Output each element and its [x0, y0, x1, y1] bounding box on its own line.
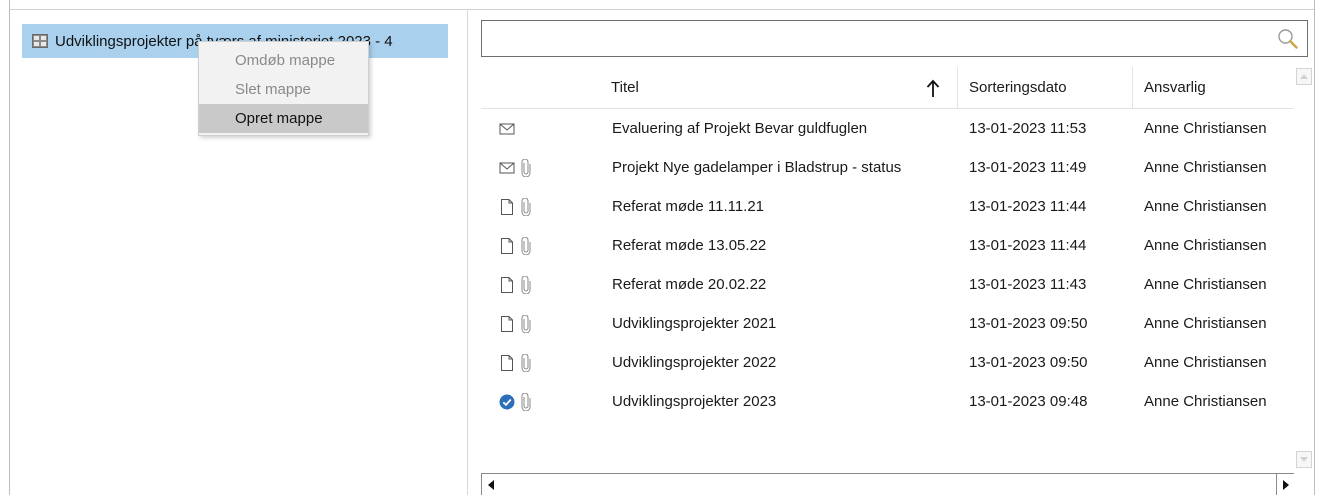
table-row[interactable]: Udviklingsprojekter 2023 13-01-2023 09:4… — [481, 382, 1294, 421]
document-icon — [499, 316, 515, 332]
horizontal-scrollbar[interactable] — [481, 473, 1294, 495]
row-responsible: Anne Christiansen — [1144, 354, 1267, 371]
top-window-border — [9, 9, 1315, 10]
row-responsible: Anne Christiansen — [1144, 393, 1267, 410]
menu-item-create-folder[interactable]: Opret mappe — [199, 104, 368, 133]
paperclip-icon — [521, 158, 531, 178]
menu-item-delete-folder[interactable]: Slet mappe — [199, 75, 368, 104]
paperclip-icon — [521, 197, 531, 217]
column-header-title[interactable]: Titel — [599, 67, 957, 109]
row-responsible: Anne Christiansen — [1144, 120, 1267, 137]
grid-header: Titel Sorteringsdato Ansvarlig — [481, 67, 1294, 109]
row-date: 13-01-2023 11:49 — [969, 159, 1087, 176]
scroll-down-button[interactable] — [1296, 451, 1312, 468]
row-responsible: Anne Christiansen — [1144, 159, 1267, 176]
column-header-sort-date-label: Sorteringsdato — [969, 79, 1067, 96]
pane-divider[interactable] — [467, 10, 468, 495]
table-row[interactable]: Udviklingsprojekter 2022 13-01-2023 09:5… — [481, 343, 1294, 382]
document-icon — [499, 355, 515, 371]
paperclip-icon — [521, 392, 531, 412]
paperclip-icon — [521, 236, 531, 256]
context-menu: Omdøb mappe Slet mappe Opret mappe — [198, 41, 369, 136]
menu-item-rename-folder[interactable]: Omdøb mappe — [199, 46, 368, 75]
row-date: 13-01-2023 09:48 — [969, 393, 1088, 410]
search-box[interactable] — [481, 20, 1308, 57]
column-header-responsible[interactable]: Ansvarlig — [1132, 67, 1294, 109]
envelope-icon — [499, 160, 515, 176]
column-header-title-label: Titel — [611, 79, 639, 96]
document-icon — [499, 277, 515, 293]
column-header-responsible-label: Ansvarlig — [1144, 79, 1206, 96]
scroll-up-button[interactable] — [1296, 68, 1312, 85]
row-title: Udviklingsprojekter 2021 — [612, 315, 777, 332]
row-responsible: Anne Christiansen — [1144, 315, 1267, 332]
row-date: 13-01-2023 11:53 — [969, 120, 1087, 137]
paperclip-icon — [521, 275, 531, 295]
row-responsible: Anne Christiansen — [1144, 276, 1267, 293]
row-date: 13-01-2023 09:50 — [969, 354, 1088, 371]
search-icon[interactable] — [1277, 28, 1299, 50]
scroll-left-icon[interactable] — [484, 478, 498, 492]
row-title: Referat møde 13.05.22 — [612, 237, 767, 254]
left-window-border — [9, 0, 10, 495]
paperclip-icon — [521, 314, 531, 334]
row-date: 13-01-2023 11:44 — [969, 237, 1087, 254]
row-title: Referat møde 20.02.22 — [612, 276, 767, 293]
row-title: Referat møde 11.11.21 — [612, 198, 765, 215]
paperclip-icon — [521, 353, 531, 373]
row-title: Udviklingsprojekter 2022 — [612, 354, 777, 371]
right-window-border — [1314, 0, 1315, 495]
row-date: 13-01-2023 11:44 — [969, 198, 1087, 215]
check-circle-icon — [499, 394, 515, 410]
scroll-right-icon — [1283, 480, 1289, 490]
arrow-up-icon — [926, 78, 940, 98]
row-responsible: Anne Christiansen — [1144, 237, 1267, 254]
document-grid: Titel Sorteringsdato Ansvarlig Evaluerin… — [481, 67, 1294, 472]
document-icon — [499, 238, 515, 254]
table-row[interactable]: Referat møde 11.11.21 13-01-2023 11:44 A… — [481, 187, 1294, 226]
row-title: Udviklingsprojekter 2023 — [612, 393, 777, 410]
table-row[interactable]: Projekt Nye gadelamper i Bladstrup - sta… — [481, 148, 1294, 187]
row-date: 13-01-2023 11:43 — [969, 276, 1087, 293]
row-title: Evaluering af Projekt Bevar guldfuglen — [612, 120, 868, 137]
row-date: 13-01-2023 09:50 — [969, 315, 1088, 332]
table-row[interactable]: Referat møde 13.05.22 13-01-2023 11:44 A… — [481, 226, 1294, 265]
vertical-scrollbar[interactable] — [1294, 67, 1314, 472]
scroll-right-button[interactable] — [1276, 473, 1294, 495]
row-title: Projekt Nye gadelamper i Bladstrup - sta… — [612, 159, 902, 176]
document-icon — [499, 199, 515, 215]
folder-grid-icon — [32, 34, 48, 48]
table-row[interactable]: Referat møde 20.02.22 13-01-2023 11:43 A… — [481, 265, 1294, 304]
row-responsible: Anne Christiansen — [1144, 198, 1267, 215]
search-input[interactable] — [482, 21, 1272, 56]
column-header-sort-date[interactable]: Sorteringsdato — [957, 67, 1132, 109]
table-row[interactable]: Udviklingsprojekter 2021 13-01-2023 09:5… — [481, 304, 1294, 343]
envelope-icon — [499, 121, 515, 137]
table-row[interactable]: Evaluering af Projekt Bevar guldfuglen 1… — [481, 109, 1294, 148]
